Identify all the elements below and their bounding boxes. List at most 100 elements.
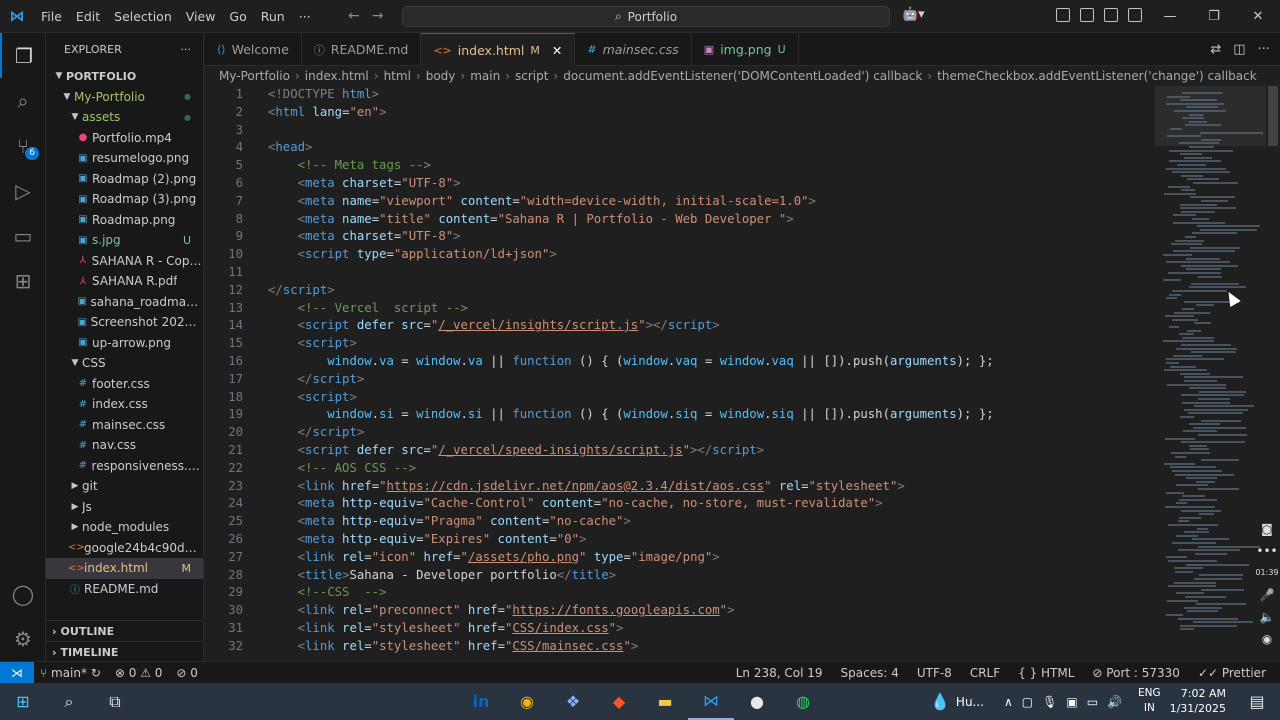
explorer-icon[interactable]: ❐	[0, 33, 46, 78]
tree-file[interactable]: ⓘ README.md	[46, 579, 203, 600]
tree-folder[interactable]: ▶ node_modules	[46, 517, 203, 538]
workspace-root[interactable]: ▼ PORTFOLIO	[46, 66, 203, 87]
more-actions-icon[interactable]: ···	[181, 43, 192, 56]
code-line[interactable]: 20 </script>	[205, 424, 1155, 442]
clock[interactable]: 7:02 AM 1/31/2025	[1168, 686, 1226, 716]
language-mode[interactable]: { } HTML	[1018, 666, 1074, 680]
tab-mainsec-css[interactable]: # mainsec.css	[575, 33, 692, 66]
tab-index-html[interactable]: <> index.html M ✕	[421, 33, 576, 66]
timeline-section[interactable]: › TIMELINE	[46, 641, 203, 661]
branch-status[interactable]: ⑂ main* ↻	[40, 666, 101, 680]
code-line[interactable]: 19 window.si = window.si || function () …	[205, 406, 1155, 424]
cursor-position[interactable]: Ln 238, Col 19	[736, 666, 823, 680]
code-line[interactable]: 4 <head>	[205, 139, 1155, 157]
code-line[interactable]: 29 <!--CSS -->	[205, 584, 1155, 602]
remote-indicator-icon[interactable]: ⋊	[0, 661, 34, 684]
tree-file[interactable]: ● Portfolio.mp4	[46, 128, 203, 149]
tree-file[interactable]: # nav.css	[46, 435, 203, 456]
recorder-control[interactable]: ◙	[1254, 518, 1280, 540]
problems-status[interactable]: ⊗ 0 ⚠ 0	[115, 666, 163, 680]
recorder-control[interactable]: 🎤	[1254, 584, 1280, 606]
minimize-icon[interactable]: —	[1148, 0, 1192, 33]
code-line[interactable]: 2 <html lang="en">	[205, 104, 1155, 122]
taskbar-search-icon[interactable]: ⌕	[46, 683, 92, 720]
code-line[interactable]: 26 <meta http-equiv="Expires" content="0…	[205, 531, 1155, 549]
close-window-icon[interactable]: ✕	[1236, 0, 1280, 33]
task-view-icon[interactable]: ⧉	[92, 683, 138, 720]
battery-icon[interactable]: ▭	[1087, 695, 1098, 709]
prettier-status[interactable]: ✓✓ Prettier	[1198, 666, 1266, 680]
tray-app-icon[interactable]: ▢	[1022, 695, 1033, 709]
code-line[interactable]: 32 <link rel="stylesheet" href="CSS/main…	[205, 638, 1155, 656]
code-line[interactable]: 18 <script>	[205, 389, 1155, 407]
code-line[interactable]: 12 </script>	[205, 282, 1155, 300]
menu-item[interactable]: File	[34, 0, 69, 33]
tree-file[interactable]: ▣sahana_roadmap.p...	[46, 292, 203, 313]
search-view-icon[interactable]: ⌕	[0, 78, 46, 123]
tree-file[interactable]: ▣ Roadmap (2).png	[46, 169, 203, 190]
windows-start-icon[interactable]: ⊞	[0, 683, 46, 720]
tree-file[interactable]: ⅄ SAHANA R - Copy...	[46, 251, 203, 272]
open-changes-icon[interactable]: ⇄	[1210, 42, 1221, 57]
brave-icon[interactable]: ◆	[596, 683, 642, 720]
accounts-icon[interactable]: ◯	[0, 571, 46, 616]
code-line[interactable]: 25 <meta http-equiv="Pragma" content="no…	[205, 513, 1155, 531]
code-line[interactable]: 10 <script type="application/ld+json">	[205, 246, 1155, 264]
recorder-control[interactable]: 🔈	[1254, 606, 1280, 628]
tree-file[interactable]: <> index.html M	[46, 558, 203, 579]
breadcrumb-item[interactable]: My-Portfolio	[219, 69, 290, 83]
code-line[interactable]: 6 <meta charset="UTF-8">	[205, 175, 1155, 193]
breadcrumb-item[interactable]: body	[426, 69, 456, 83]
github-icon[interactable]: ●	[734, 683, 780, 720]
code-line[interactable]: 24 <meta http-equiv="Cache-Control" cont…	[205, 495, 1155, 513]
code-line[interactable]: 7 <meta name="viewport" content="width=d…	[205, 193, 1155, 211]
tree-file[interactable]: ▣ Roadmap (3).png	[46, 189, 203, 210]
weather-widget[interactable]: 💧 Hu...	[930, 683, 984, 720]
extensions-icon[interactable]: ⊞	[0, 258, 46, 303]
restore-icon[interactable]: ❐	[1192, 0, 1236, 33]
code-line[interactable]: 14 <script defer src="/_vercel/insights/…	[205, 317, 1155, 335]
source-control-icon[interactable]: ⑂ 6	[0, 123, 46, 168]
tree-folder[interactable]: ▼ assets ●	[46, 107, 203, 128]
minimap[interactable]	[1155, 86, 1266, 661]
linkedin-icon[interactable]: in	[458, 683, 504, 720]
tree-file[interactable]: ▣ resumelogo.png	[46, 148, 203, 169]
notifications-icon[interactable]: ▤	[1234, 683, 1280, 720]
forward-arrow-icon[interactable]: →	[372, 0, 384, 33]
command-center-search[interactable]: ⌕ Portfolio	[402, 6, 890, 27]
recorder-control[interactable]: 01:39	[1254, 562, 1280, 584]
menu-item[interactable]: ···	[292, 0, 318, 33]
layout-customize-icon[interactable]	[1056, 8, 1070, 22]
tree-folder[interactable]: ▶ git	[46, 476, 203, 497]
vscode-taskbar-icon[interactable]: ⋈	[688, 683, 734, 720]
run-debug-icon[interactable]: ▷	[0, 168, 46, 213]
tab-img-png[interactable]: ▣ img.png U	[692, 33, 799, 66]
tree-file[interactable]: ▣ s.jpg U	[46, 230, 203, 251]
code-line[interactable]: 1 <!DOCTYPE html>	[205, 86, 1155, 104]
code-line[interactable]: 15 <script>	[205, 335, 1155, 353]
menu-item[interactable]: Go	[222, 0, 253, 33]
tab-readme-md[interactable]: ⓘ README.md	[302, 33, 422, 66]
whatsapp-icon[interactable]: ◍	[780, 683, 826, 720]
menu-item[interactable]: Edit	[69, 0, 107, 33]
input-language[interactable]: ENG IN	[1138, 686, 1161, 716]
code-line[interactable]: 27 <link rel="icon" href="/assets/pho.pn…	[205, 549, 1155, 567]
toggle-panel-icon[interactable]	[1104, 8, 1118, 22]
code-line[interactable]: 11	[205, 264, 1155, 282]
tree-file[interactable]: ▣ Roadmap.png	[46, 210, 203, 231]
file-explorer-icon[interactable]: ▬	[642, 683, 688, 720]
copilot-icon[interactable]: 🤖▾	[902, 7, 925, 22]
breadcrumb-item[interactable]: main	[470, 69, 500, 83]
breadcrumb-item[interactable]: themeCheckbox.addEventListener('change')…	[937, 69, 1257, 83]
recorder-control[interactable]: ◉	[1254, 628, 1280, 650]
remote-explorer-icon[interactable]: ▭	[0, 213, 46, 258]
code-line[interactable]: 21 <script defer src="/_vercel/speed-ins…	[205, 442, 1155, 460]
end-of-line[interactable]: CRLF	[970, 666, 1000, 680]
ports-status[interactable]: ⊘ 0	[176, 666, 198, 680]
breadcrumb-item[interactable]: document.addEventListener('DOMContentLoa…	[563, 69, 922, 83]
tree-file[interactable]: # index.css	[46, 394, 203, 415]
tree-file[interactable]: ▣Screenshot 2024-1...	[46, 312, 203, 333]
live-server-port[interactable]: ⊘ Port : 57330	[1092, 666, 1180, 680]
tab-close-icon[interactable]: ✕	[552, 43, 562, 58]
chrome-icon[interactable]: ◉	[504, 683, 550, 720]
